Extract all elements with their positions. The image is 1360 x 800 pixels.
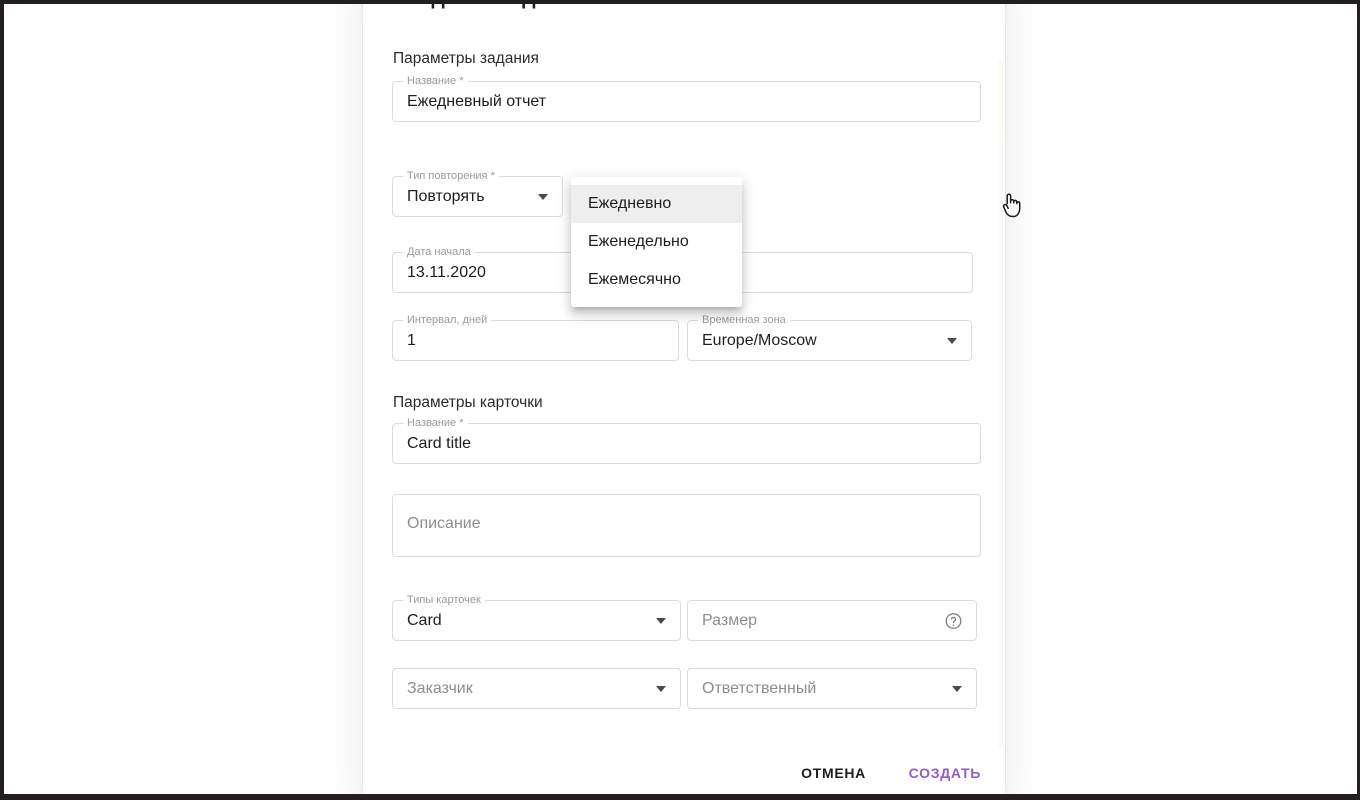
- repeat-option-weekly[interactable]: Еженедельно: [571, 223, 742, 261]
- size-placeholder: Размер: [702, 611, 757, 629]
- chevron-down-icon: [656, 617, 666, 624]
- dialog-body: Создание задания Параметры задания Назва…: [363, 4, 1021, 794]
- card-type-value: Card: [407, 611, 442, 629]
- repeat-option-monthly[interactable]: Ежемесячно: [571, 261, 742, 299]
- section-title-task-params: Параметры задания: [393, 50, 539, 67]
- dialog-scrollbar-thumb[interactable]: [998, 64, 1003, 139]
- page-title: Создание задания: [393, 4, 586, 10]
- chevron-down-icon: [947, 337, 957, 344]
- chevron-down-icon: [952, 685, 962, 692]
- card-title-value: Card title: [407, 434, 472, 452]
- assignee-select[interactable]: Ответственный: [687, 668, 977, 709]
- card-type-select[interactable]: Типы карточек Card: [392, 594, 681, 641]
- start-date-label: Дата начала: [403, 246, 475, 259]
- customer-select[interactable]: Заказчик: [392, 668, 681, 709]
- timezone-label: Временная зона: [698, 314, 790, 327]
- card-type-label: Типы карточек: [403, 594, 485, 607]
- dialog-action-bar: Отмена Создать: [363, 750, 1005, 794]
- timezone-select[interactable]: Временная зона Europe/Moscow: [687, 314, 972, 361]
- task-name-field[interactable]: Название * Ежедневный отчет: [392, 75, 981, 122]
- pointer-hand-cursor: [1000, 192, 1022, 218]
- chevron-down-icon: [538, 193, 548, 200]
- repeat-type-select[interactable]: Тип повторения * Повторять: [392, 170, 563, 217]
- dialog-scrollbar-track[interactable]: [998, 59, 1003, 749]
- description-placeholder: Описание: [407, 515, 481, 532]
- size-field[interactable]: Размер: [687, 600, 977, 641]
- task-name-label: Название *: [403, 75, 468, 88]
- interval-days-field[interactable]: Интервал, дней 1: [392, 314, 679, 361]
- start-date-value: 13.11.2020: [407, 263, 486, 281]
- assignee-placeholder: Ответственный: [702, 679, 817, 697]
- create-button[interactable]: Создать: [901, 759, 989, 787]
- description-textarea[interactable]: Описание: [392, 494, 981, 557]
- repeat-type-value: Повторять: [407, 187, 485, 205]
- timezone-value: Europe/Moscow: [702, 331, 817, 349]
- repeat-type-dropdown-menu[interactable]: Ежедневно Еженедельно Ежемесячно: [571, 177, 742, 307]
- repeat-option-daily[interactable]: Ежедневно: [571, 185, 742, 223]
- task-name-value: Ежедневный отчет: [407, 92, 547, 110]
- card-title-label: Название *: [403, 417, 468, 430]
- screenshot-frame: Создание задания Параметры задания Назва…: [0, 0, 1360, 800]
- help-circle-icon[interactable]: [944, 611, 963, 630]
- interval-days-label: Интервал, дней: [403, 314, 492, 327]
- create-task-dialog: Создание задания Параметры задания Назва…: [363, 4, 1021, 794]
- cancel-button[interactable]: Отмена: [793, 759, 874, 787]
- card-title-field[interactable]: Название * Card title: [392, 417, 981, 464]
- interval-days-value: 1: [407, 331, 416, 349]
- section-title-card-params: Параметры карточки: [393, 394, 543, 411]
- repeat-type-label: Тип повторения *: [403, 170, 499, 183]
- customer-placeholder: Заказчик: [407, 679, 473, 697]
- chevron-down-icon: [656, 685, 666, 692]
